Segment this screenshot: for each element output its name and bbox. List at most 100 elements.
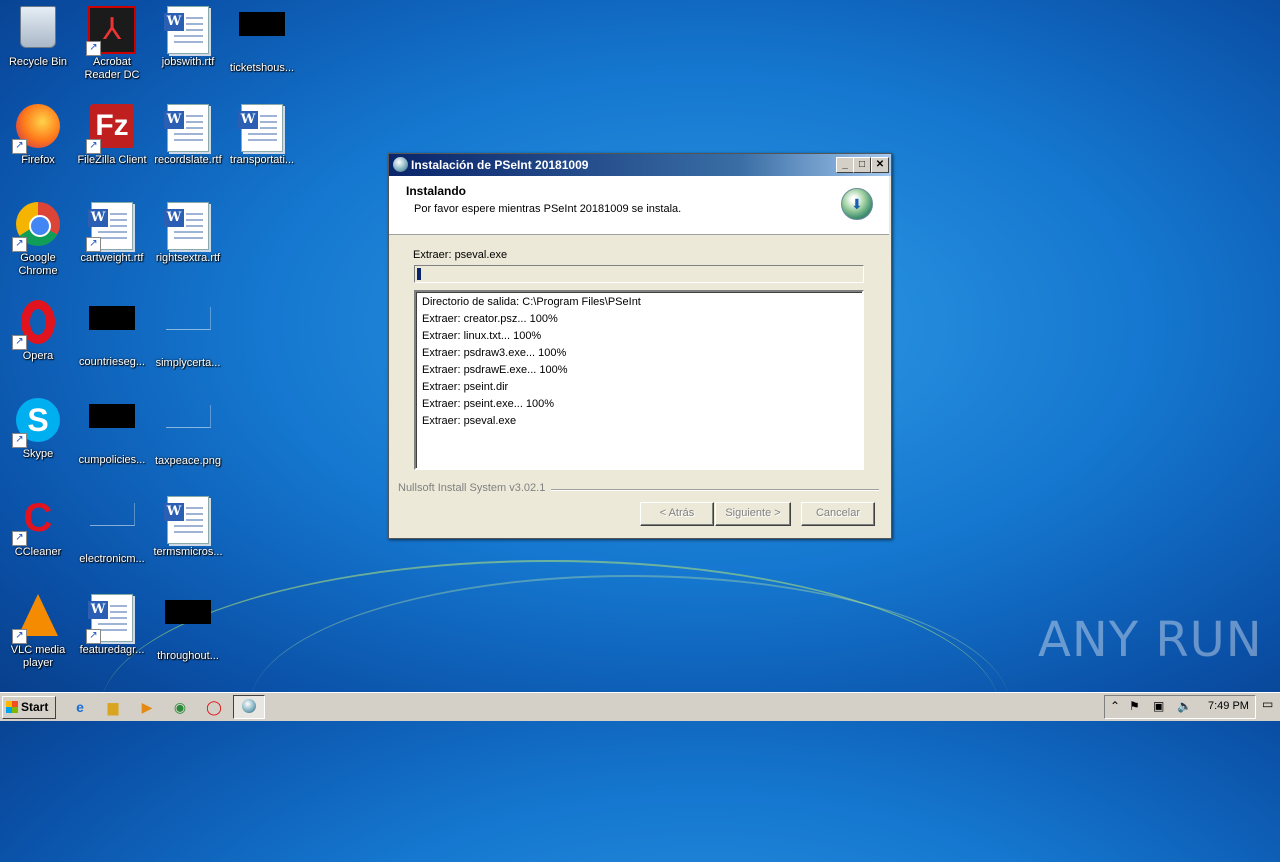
chrome-taskbar-icon[interactable]: ◉ xyxy=(170,697,190,717)
media-player-icon[interactable]: ▶ xyxy=(137,697,157,717)
log-line: Extraer: linux.txt... 100% xyxy=(422,330,542,342)
page-subtitle: Por favor espere mientras PSeInt 2018100… xyxy=(414,203,682,215)
installer-taskbar-button[interactable] xyxy=(233,695,265,719)
shortcut-arrow-icon: ↗ xyxy=(12,237,27,252)
log-line: Directorio de salida: C:\Program Files\P… xyxy=(422,296,641,308)
window-titlebar[interactable]: Instalación de PSeInt 20181009 _ □ ✕ xyxy=(389,154,891,176)
maximize-button[interactable]: □ xyxy=(853,157,871,173)
network-icon[interactable]: ▣ xyxy=(1153,699,1164,713)
desktop-icon[interactable]: Wtransportati... xyxy=(224,98,300,167)
word-doc-icon: W ↗ xyxy=(86,202,136,252)
desktop-icon[interactable]: ticketshous... xyxy=(224,0,300,75)
vlc-icon: ↗ xyxy=(12,594,62,644)
log-line: Extraer: psdrawE.exe... 100% xyxy=(422,364,568,376)
desktop-icon[interactable]: Wrightsextra.rtf xyxy=(150,196,226,265)
desktop-icon[interactable]: C ↗ CCleaner xyxy=(0,490,76,559)
desktop-icon[interactable]: Wtermsmicros... xyxy=(150,490,226,559)
desktop-icon[interactable]: Wrecordslate.rtf xyxy=(150,98,226,167)
desktop-icon[interactable]: W ↗ featuredagr... xyxy=(74,588,150,657)
desktop-icon-label: VLC media player xyxy=(10,644,66,669)
black-thumbnail-icon xyxy=(88,306,136,354)
clock[interactable]: 7:49 PM xyxy=(1208,700,1249,712)
shortcut-arrow-icon: ↗ xyxy=(86,237,101,252)
show-desktop-icon[interactable]: ▭ xyxy=(1262,697,1276,713)
page-title: Instalando xyxy=(406,184,467,198)
minimize-button[interactable]: _ xyxy=(836,157,854,173)
word-doc-icon: W xyxy=(164,496,212,544)
desktop-icon[interactable]: throughout... xyxy=(150,588,226,663)
windows-logo-icon xyxy=(6,701,18,713)
desktop-icon-label: Google Chrome xyxy=(18,252,58,277)
word-doc-icon: W xyxy=(238,104,286,152)
desktop-icon-label: Skype xyxy=(22,448,54,460)
word-doc-icon: W xyxy=(164,104,212,152)
desktop-icon[interactable]: ↗ Firefox xyxy=(0,98,76,167)
action-center-flag-icon[interactable]: ⚑ xyxy=(1129,699,1140,713)
desktop-icon-label: transportati... xyxy=(229,154,295,166)
desktop-icon-label: simplycerta... xyxy=(155,357,221,369)
black-thumbnail-icon xyxy=(238,12,286,60)
desktop-icon-label: jobswith.rtf xyxy=(161,56,215,68)
cancel-button[interactable]: Cancelar xyxy=(801,502,875,526)
blank-thumbnail-icon xyxy=(164,307,212,355)
next-button[interactable]: Siguiente > xyxy=(715,502,791,526)
black-thumbnail-icon xyxy=(164,600,212,648)
desktop-icon-label: throughout... xyxy=(157,650,219,662)
desktop-icon-label: taxpeace.png xyxy=(154,455,222,467)
close-button[interactable]: ✕ xyxy=(871,157,889,173)
desktop-icon[interactable]: W ↗ cartweight.rtf xyxy=(74,196,150,265)
word-doc-icon: W xyxy=(164,6,212,54)
desktop-icon[interactable]: ↗ Google Chrome xyxy=(0,196,76,278)
desktop-icon[interactable]: Fz ↗ FileZilla Client xyxy=(74,98,150,167)
volume-icon[interactable]: 🔈 xyxy=(1177,699,1192,713)
desktop-icon[interactable]: countrieseg... xyxy=(74,294,150,369)
start-button[interactable]: Start xyxy=(2,696,56,719)
blank-thumbnail-icon xyxy=(164,405,212,453)
installer-header: Instalando Por favor espere mientras PSe… xyxy=(389,176,889,235)
desktop-icon-label: rightsextra.rtf xyxy=(155,252,221,264)
installer-taskbar-icon xyxy=(242,699,256,713)
log-line: Extraer: creator.psz... 100% xyxy=(422,313,558,325)
branding-divider xyxy=(551,489,879,491)
progress-fill xyxy=(417,268,421,280)
system-tray: ⌃ ⚑ ▣ 🔈 7:49 PM xyxy=(1104,695,1256,719)
desktop-icon-label: recordslate.rtf xyxy=(154,154,222,166)
anyrun-watermark: ANY RUN xyxy=(1038,612,1263,668)
desktop-icon[interactable]: cumpolicies... xyxy=(74,392,150,467)
window-title: Instalación de PSeInt 20181009 xyxy=(411,158,589,172)
internet-explorer-icon[interactable]: e xyxy=(70,697,90,717)
desktop-icon-label: cartweight.rtf xyxy=(80,252,144,264)
desktop-icon-label: Opera xyxy=(22,350,54,362)
installer-app-icon xyxy=(393,157,408,172)
log-line: Extraer: pseint.exe... 100% xyxy=(422,398,555,410)
word-doc-icon: W xyxy=(164,202,212,250)
shortcut-arrow-icon: ↗ xyxy=(12,629,27,644)
installer-window: Instalación de PSeInt 20181009 _ □ ✕ Ins… xyxy=(388,153,892,539)
shortcut-arrow-icon: ↗ xyxy=(12,531,27,546)
acrobat-icon: ⅄ ↗ xyxy=(86,6,136,56)
desktop-icon[interactable]: S ↗ Skype xyxy=(0,392,76,461)
filezilla-icon: Fz ↗ xyxy=(86,104,136,154)
back-button[interactable]: < Atrás xyxy=(640,502,714,526)
chrome-icon: ↗ xyxy=(12,202,62,252)
desktop-icon[interactable]: simplycerta... xyxy=(150,294,226,370)
firefox-icon: ↗ xyxy=(12,104,62,154)
desktop-icon[interactable]: taxpeace.png xyxy=(150,392,226,468)
recycle-bin-icon xyxy=(14,6,62,54)
desktop-icon[interactable]: Wjobswith.rtf xyxy=(150,0,226,69)
desktop-icon[interactable]: ↗ VLC media player xyxy=(0,588,76,670)
desktop-icon[interactable]: ⅄ ↗ Acrobat Reader DC xyxy=(74,0,150,82)
desktop-icon[interactable]: Recycle Bin xyxy=(0,0,76,69)
opera-taskbar-icon[interactable]: ◯ xyxy=(204,697,224,717)
install-log-list[interactable]: Directorio de salida: C:\Program Files\P… xyxy=(414,290,864,470)
desktop-icon[interactable]: ↗ Opera xyxy=(0,294,76,363)
ccleaner-icon: C ↗ xyxy=(12,496,62,546)
blank-thumbnail-icon xyxy=(88,503,136,551)
taskbar: Start e ▆ ▶ ◉ ◯ ⌃ ⚑ ▣ 🔈 7:49 PM ▭ xyxy=(0,692,1280,721)
shortcut-arrow-icon: ↗ xyxy=(12,433,27,448)
log-line: Extraer: pseval.exe xyxy=(422,415,517,427)
file-explorer-icon[interactable]: ▆ xyxy=(103,697,123,717)
install-progress-bar xyxy=(414,265,864,283)
show-hidden-icons-icon[interactable]: ⌃ xyxy=(1110,699,1120,713)
desktop-icon[interactable]: electronicm... xyxy=(74,490,150,566)
